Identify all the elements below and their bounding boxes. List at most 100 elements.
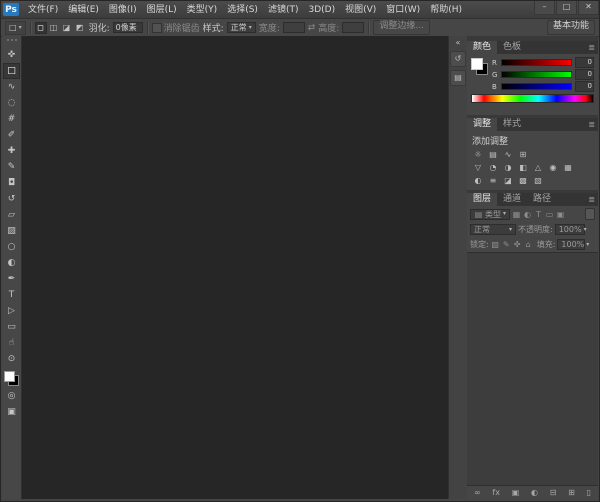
layer-list[interactable] bbox=[467, 252, 598, 486]
move-tool[interactable]: ✜ bbox=[3, 47, 20, 63]
lock-pixels-icon[interactable]: ✎ bbox=[502, 240, 511, 249]
panel-menu-icon[interactable]: ≣ bbox=[588, 41, 598, 54]
panel-menu-icon[interactable]: ≣ bbox=[588, 118, 598, 131]
color-lookup-icon[interactable]: ▦ bbox=[562, 162, 574, 173]
feather-input[interactable] bbox=[113, 22, 143, 33]
invert-icon[interactable]: ◐ bbox=[472, 175, 484, 186]
gradient-map-icon[interactable]: ▩ bbox=[517, 175, 529, 186]
rectangle-tool[interactable]: ▭ bbox=[3, 319, 20, 335]
workspace-switcher-button[interactable]: 基本功能 bbox=[547, 20, 595, 35]
expand-panels-icon[interactable]: « bbox=[456, 38, 461, 48]
menu-item[interactable]: 滤镜(T) bbox=[263, 2, 304, 18]
foreground-color-swatch[interactable] bbox=[4, 371, 15, 382]
tool-preset-dropdown[interactable]: □ ▾ bbox=[5, 21, 26, 35]
add-selection-mode[interactable]: ◫ bbox=[48, 22, 60, 34]
eraser-tool[interactable]: ▱ bbox=[3, 207, 20, 223]
fill-dropdown[interactable]: 100% ▾ bbox=[557, 239, 585, 250]
new-layer-icon[interactable]: ⊞ bbox=[568, 486, 575, 499]
vibrance-icon[interactable]: ▽ bbox=[472, 162, 484, 173]
menu-item[interactable]: 图层(L) bbox=[142, 2, 182, 18]
black-white-icon[interactable]: ◧ bbox=[517, 162, 529, 173]
refine-edge-button[interactable]: 调整边缘... bbox=[373, 20, 430, 35]
type-tool[interactable]: T bbox=[3, 287, 20, 303]
dodge-tool[interactable]: ◐ bbox=[3, 255, 20, 271]
filter-smart-object-icon[interactable]: ▣ bbox=[556, 210, 565, 219]
menu-item[interactable]: 类型(Y) bbox=[182, 2, 223, 18]
screen-mode-tool[interactable]: ▣ bbox=[3, 404, 20, 420]
channel-value-input[interactable]: 0 bbox=[575, 57, 594, 68]
adjustment-layer-icon[interactable]: ◐ bbox=[531, 486, 538, 499]
maximize-button[interactable]: □ bbox=[556, 1, 577, 15]
panel-tab[interactable]: 调整 bbox=[467, 118, 497, 131]
foreground-background-swatches[interactable] bbox=[471, 58, 488, 75]
subtract-selection-mode[interactable]: ◪ bbox=[61, 22, 73, 34]
new-group-icon[interactable]: ⊟ bbox=[550, 486, 557, 499]
eyedropper-tool[interactable]: ✐ bbox=[3, 127, 20, 143]
brightness-contrast-icon[interactable]: ☼ bbox=[472, 149, 484, 160]
posterize-icon[interactable]: ≡ bbox=[487, 175, 499, 186]
panel-tab[interactable]: 路径 bbox=[527, 193, 557, 206]
filter-pixel-icon[interactable]: ▦ bbox=[512, 210, 521, 219]
menu-item[interactable]: 编辑(E) bbox=[63, 2, 104, 18]
levels-icon[interactable]: ▤ bbox=[487, 149, 499, 160]
foreground-background-swatches[interactable] bbox=[4, 371, 19, 386]
width-input[interactable] bbox=[283, 22, 305, 33]
menu-item[interactable]: 视图(V) bbox=[340, 2, 381, 18]
exposure-icon[interactable]: ⊞ bbox=[517, 149, 529, 160]
foreground-color-swatch[interactable] bbox=[471, 58, 483, 70]
filter-type-icon[interactable]: T bbox=[534, 210, 543, 219]
hue-saturation-icon[interactable]: ◔ bbox=[487, 162, 499, 173]
canvas[interactable] bbox=[22, 36, 448, 499]
panel-tab[interactable]: 通道 bbox=[497, 193, 527, 206]
history-panel-icon[interactable]: ↺ bbox=[450, 51, 466, 67]
menu-item[interactable]: 3D(D) bbox=[303, 2, 340, 18]
gradient-tool[interactable]: ▨ bbox=[3, 223, 20, 239]
minimize-button[interactable]: – bbox=[534, 1, 555, 15]
photo-filter-icon[interactable]: △ bbox=[532, 162, 544, 173]
color-spectrum-ramp[interactable] bbox=[471, 94, 594, 103]
pen-tool[interactable]: ✒ bbox=[3, 271, 20, 287]
panel-tab[interactable]: 颜色 bbox=[467, 41, 497, 54]
channel-slider[interactable] bbox=[501, 59, 572, 66]
swap-dimensions-icon[interactable]: ⇄ bbox=[308, 23, 316, 33]
close-button[interactable]: ✕ bbox=[578, 1, 599, 15]
panel-tab[interactable]: 样式 bbox=[497, 118, 527, 131]
hand-tool[interactable]: ☝ bbox=[3, 335, 20, 351]
lasso-tool[interactable]: ∿ bbox=[3, 79, 20, 95]
panel-tab[interactable]: 色板 bbox=[497, 41, 527, 54]
brush-tool[interactable]: ✎ bbox=[3, 159, 20, 175]
threshold-icon[interactable]: ◪ bbox=[502, 175, 514, 186]
panel-tab[interactable]: 图层 bbox=[467, 193, 497, 206]
style-dropdown[interactable]: 正常 ▾ bbox=[227, 22, 256, 33]
menu-item[interactable]: 选择(S) bbox=[222, 2, 263, 18]
intersect-selection-mode[interactable]: ◩ bbox=[74, 22, 86, 34]
lock-transparency-icon[interactable]: ▨ bbox=[491, 240, 500, 249]
filter-adjustment-icon[interactable]: ◐ bbox=[523, 210, 532, 219]
channel-value-input[interactable]: 0 bbox=[575, 69, 594, 80]
layer-filter-kind-dropdown[interactable]: ▤ 类型 ▾ bbox=[470, 209, 510, 220]
quick-mask-tool[interactable]: ◎ bbox=[3, 388, 20, 404]
channel-value-input[interactable]: 0 bbox=[575, 81, 594, 92]
menu-item[interactable]: 帮助(H) bbox=[425, 2, 467, 18]
blend-mode-dropdown[interactable]: 正常 ▾ bbox=[470, 224, 516, 235]
clone-stamp-tool[interactable]: ◘ bbox=[3, 175, 20, 191]
filter-shape-icon[interactable]: ▭ bbox=[545, 210, 554, 219]
channel-slider[interactable] bbox=[501, 83, 572, 90]
menu-item[interactable]: 窗口(W) bbox=[381, 2, 425, 18]
menu-item[interactable]: 文件(F) bbox=[23, 2, 63, 18]
layer-mask-icon[interactable]: ▣ bbox=[512, 486, 520, 499]
history-brush-tool[interactable]: ↺ bbox=[3, 191, 20, 207]
selective-color-icon[interactable]: ▧ bbox=[532, 175, 544, 186]
zoom-tool[interactable]: ⊙ bbox=[3, 351, 20, 367]
menu-item[interactable]: 图像(I) bbox=[104, 2, 142, 18]
channel-slider[interactable] bbox=[501, 71, 572, 78]
properties-panel-icon[interactable]: ▤ bbox=[450, 70, 466, 86]
rectangular-marquee-tool[interactable]: □ bbox=[3, 63, 20, 79]
blur-tool[interactable]: ○ bbox=[3, 239, 20, 255]
title-bar[interactable]: Ps 文件(F)编辑(E)图像(I)图层(L)类型(Y)选择(S)滤镜(T)3D… bbox=[1, 1, 599, 19]
delete-layer-icon[interactable]: ▯ bbox=[587, 486, 591, 499]
lock-all-icon[interactable]: ⌂ bbox=[524, 240, 533, 249]
new-selection-mode[interactable]: ◻ bbox=[35, 22, 47, 34]
path-selection-tool[interactable]: ▷ bbox=[3, 303, 20, 319]
layer-filter-toggle[interactable] bbox=[585, 208, 595, 220]
